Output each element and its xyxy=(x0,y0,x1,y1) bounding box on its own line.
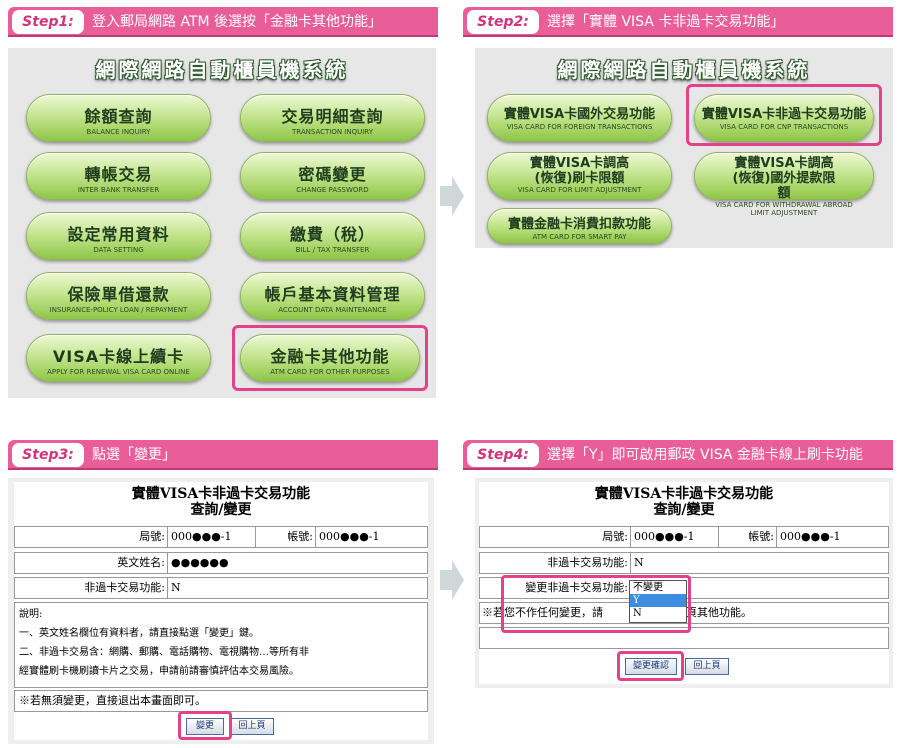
explanation-line-1: 一、英文姓名欄位有資料者，請直接點選「變更」鍵。 xyxy=(19,628,259,639)
account-label: 帳號: xyxy=(718,527,774,547)
account-data-maintenance-button[interactable]: 帳戶基本資料管理 ACCOUNT DATA MAINTENANCE xyxy=(240,272,425,320)
account-label: 帳號: xyxy=(255,527,313,547)
arrow-right-icon xyxy=(440,176,464,216)
account-value: 000●●●-1 xyxy=(776,527,888,547)
atm-smart-pay-button[interactable]: 實體金融卡消費扣款功能 ATM CARD FOR SMART PAY xyxy=(487,208,672,244)
step1-atm-panel: 網際網路自動櫃員機系統 餘額查詢 BALANCE INQUIRY 交易明細查詢 TR… xyxy=(8,48,436,398)
branch-account-row: 局號: 000●●●-1 帳號: 000●●●-1 xyxy=(479,526,889,548)
step1-highlight xyxy=(232,325,428,391)
step4-confirm-highlight xyxy=(617,651,684,681)
atm-system-title: 網際網路自動櫃員機系統 xyxy=(557,58,811,82)
back-button[interactable]: 回上頁 xyxy=(230,718,274,735)
english-name-label: 英文姓名: xyxy=(117,556,165,569)
branch-account-row: 局號: 000●●●-1 帳號: 000●●●-1 xyxy=(14,526,428,548)
step4-form: 實體VISA卡非過卡交易功能 查詢/變更 局號: 000●●●-1 帳號: 00… xyxy=(479,482,889,684)
bill-tax-transfer-button[interactable]: 繳費（稅） BILL / TAX TRANSFER xyxy=(240,212,425,260)
step2-tag: Step2: xyxy=(467,10,539,34)
back-button[interactable]: 回上頁 xyxy=(685,658,729,675)
step2-title: 選擇「實體 VISA 卡非過卡交易功能」 xyxy=(547,14,785,30)
visa-renewal-button[interactable]: VISA卡線上續卡 APPLY FOR RENEWAL VISA CARD ONL… xyxy=(26,334,211,382)
visa-limit-adjustment-button[interactable]: 實體VISA卡調高(恢復)刷卡限額 VISA CARD FOR LIMIT ADJ… xyxy=(487,152,672,200)
explanation-line-2: 二、非過卡交易含：網購、郵購、電話購物、電視購物…等所有非 xyxy=(19,647,309,658)
note-text-end: 頁其他功能。 xyxy=(686,606,752,619)
form-subtitle: 查詢/變更 xyxy=(190,502,252,518)
account-value: 000●●●-1 xyxy=(315,527,427,547)
step3-tag: Step3: xyxy=(12,443,84,467)
step3-header: Step3: 點選「變更」 xyxy=(8,440,438,470)
step2-header: Step2: 選擇「實體 VISA 卡非過卡交易功能」 xyxy=(463,7,893,37)
step3-form-panel: 實體VISA卡非過卡交易功能 查詢/變更 局號: 000●●●-1 帳號: 00… xyxy=(8,478,434,744)
balance-inquiry-button[interactable]: 餘額查詢 BALANCE INQUIRY xyxy=(26,94,211,142)
arrow-right-icon xyxy=(440,560,464,600)
branch-label: 局號: xyxy=(602,530,628,543)
cnp-function-row: 非過卡交易功能: N xyxy=(14,577,428,599)
cnp-function-label: 非過卡交易功能: xyxy=(547,556,628,569)
branch-label: 局號: xyxy=(139,530,165,543)
step4-title: 選擇「Y」即可啟用郵政 VISA 金融卡線上刷卡功能 xyxy=(547,447,863,463)
form-title: 實體VISA卡非過卡交易功能 xyxy=(131,486,311,502)
insurance-loan-button[interactable]: 保險單借還款 INSURANCE-POLICY LOAN / REPAYMENT xyxy=(26,272,211,320)
step4-tag: Step4: xyxy=(467,443,539,467)
exit-note: ※若無須變更，直接退出本畫面即可。 xyxy=(19,694,206,707)
atm-system-title: 網際網路自動櫃員機系統 xyxy=(95,58,349,82)
visa-foreign-transactions-button[interactable]: 實體VISA卡國外交易功能 VISA CARD FOR FOREIGN TRANS… xyxy=(487,94,672,142)
english-name-row: 英文姓名: ●●●●●● xyxy=(14,552,428,574)
form-title: 實體VISA卡非過卡交易功能 xyxy=(594,486,774,502)
step3-highlight xyxy=(178,711,232,740)
step2-highlight xyxy=(686,84,882,146)
step1-tag: Step1: xyxy=(12,10,84,34)
change-password-button[interactable]: 密碼變更 CHANGE PASSWORD xyxy=(240,152,425,200)
transaction-inquiry-button[interactable]: 交易明細查詢 TRANSACTION INQUIRY xyxy=(240,94,425,142)
branch-value: 000●●●-1 xyxy=(167,527,253,547)
explanation-heading: 說明: xyxy=(19,609,43,620)
english-name-value: ●●●●●● xyxy=(167,553,427,573)
exit-note-row: ※若無須變更，直接退出本畫面即可。 xyxy=(14,690,428,712)
form-subtitle: 查詢/變更 xyxy=(653,502,715,518)
branch-value: 000●●●-1 xyxy=(630,527,716,547)
explanation-box: 說明: 一、英文姓名欄位有資料者，請直接點選「變更」鍵。 二、非過卡交易含：網購… xyxy=(14,602,428,688)
step1-header: Step1: 登入郵局網路 ATM 後選按「金融卡其他功能」 xyxy=(8,7,438,37)
cnp-function-value: N xyxy=(630,553,888,573)
cnp-function-value: N xyxy=(167,578,427,598)
inter-bank-transfer-button[interactable]: 轉帳交易 INTER BANK TRANSFER xyxy=(26,152,211,200)
visa-withdrawal-limit-button[interactable]: 實體VISA卡調高(恢復)國外提款限額 VISA CARD FOR WITHDRA… xyxy=(694,152,874,217)
step3-title: 點選「變更」 xyxy=(92,447,176,463)
cnp-function-label: 非過卡交易功能: xyxy=(84,581,165,594)
step3-form: 實體VISA卡非過卡交易功能 查詢/變更 局號: 000●●●-1 帳號: 00… xyxy=(14,482,428,740)
data-setting-button[interactable]: 設定常用資料 DATA SETTING xyxy=(26,212,211,260)
step4-form-panel: 實體VISA卡非過卡交易功能 查詢/變更 局號: 000●●●-1 帳號: 00… xyxy=(475,478,893,688)
step4-select-highlight xyxy=(501,575,691,633)
step4-header: Step4: 選擇「Y」即可啟用郵政 VISA 金融卡線上刷卡功能 xyxy=(463,440,893,470)
explanation-line-3: 經實體刷卡機刷讀卡片之交易，申請前請審慎評估本交易風險。 xyxy=(19,666,299,677)
step2-atm-panel: 網際網路自動櫃員機系統 實體VISA卡國外交易功能 VISA CARD FOR F… xyxy=(475,48,893,248)
step1-title: 登入郵局網路 ATM 後選按「金融卡其他功能」 xyxy=(92,14,383,30)
cnp-function-row: 非過卡交易功能: N xyxy=(479,552,889,574)
